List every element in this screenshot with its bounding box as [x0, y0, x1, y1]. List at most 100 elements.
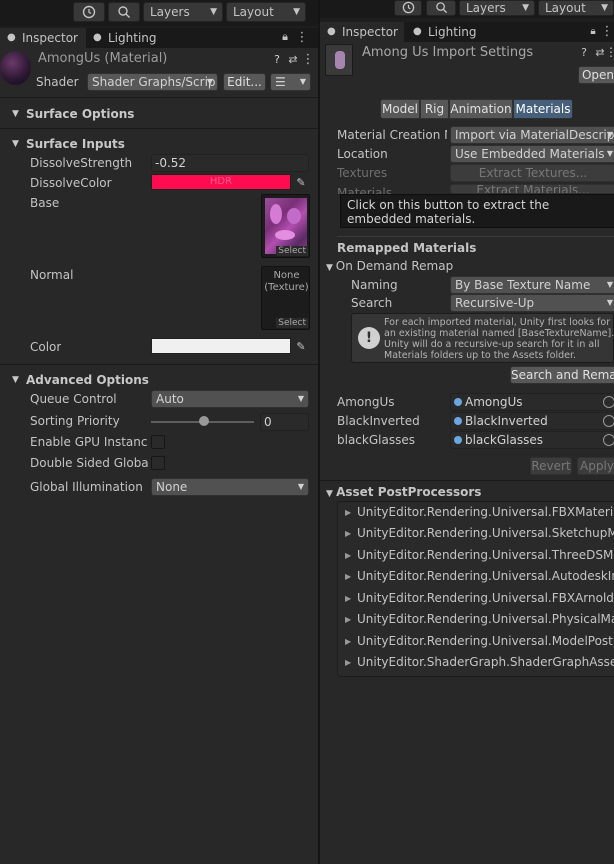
section-title: Surface Options: [26, 107, 135, 121]
layout-dropdown[interactable]: Layout ▼: [226, 2, 306, 22]
naming-value: By Base Texture Name: [455, 278, 591, 292]
search-button[interactable]: [426, 0, 456, 16]
remap-field-blackglasses[interactable]: blackGlasses: [450, 431, 614, 449]
object-picker-icon[interactable]: [603, 415, 614, 427]
settings-sliders-icon[interactable]: ⇄: [287, 52, 299, 66]
subtab-rig[interactable]: Rig: [420, 99, 449, 119]
chevron-down-icon: ▼: [606, 149, 613, 158]
subtab-model[interactable]: Model: [380, 99, 420, 119]
foldout-arrow-icon: ▶: [345, 529, 352, 538]
more-icon[interactable]: ⋮: [296, 30, 309, 45]
extract-materials-button[interactable]: Extract Materials...: [450, 184, 614, 194]
location-dropdown[interactable]: Use Embedded Materials ▼: [450, 145, 614, 163]
tab-inspector[interactable]: ● Inspector: [0, 28, 86, 48]
postprocessor-item[interactable]: ▶ UnityEditor.Rendering.Universal.Physica…: [337, 609, 614, 630]
chevron-down-icon: ▼: [297, 482, 304, 491]
postprocessor-item[interactable]: ▶ UnityEditor.Rendering.Universal.ThreeDS…: [337, 545, 614, 566]
search-dropdown[interactable]: Recursive-Up ▼: [450, 294, 614, 312]
subtab-animation[interactable]: Animation: [449, 99, 513, 119]
tab-lighting[interactable]: ● Lighting: [406, 22, 496, 42]
eyedropper-icon[interactable]: ✎: [293, 338, 309, 354]
select-button[interactable]: Select: [276, 246, 308, 256]
more-icon[interactable]: ⋮: [605, 45, 614, 59]
remap-field-blackinverted[interactable]: BlackInverted: [450, 412, 614, 430]
layout-dropdown[interactable]: Layout ▼: [538, 0, 614, 16]
layers-dropdown[interactable]: Layers ▼: [459, 0, 535, 16]
naming-dropdown[interactable]: By Base Texture Name ▼: [450, 276, 614, 294]
normal-none-label: None (Texture): [264, 270, 309, 293]
surface-inputs-foldout[interactable]: ▼ Surface Inputs: [0, 133, 125, 155]
global-illumination-dropdown[interactable]: None ▼: [151, 478, 309, 496]
layers-dropdown[interactable]: Layers ▼: [143, 2, 223, 22]
postprocessor-item[interactable]: ▶ UnityEditor.ShaderGraph.ShaderGraphAsse…: [337, 652, 614, 673]
info-text: For each imported material, Unity first …: [384, 317, 614, 361]
double-sided-gi-checkbox[interactable]: [151, 456, 165, 470]
base-texture-slot[interactable]: Select: [261, 194, 310, 258]
history-button[interactable]: [73, 2, 105, 22]
postprocessor-label: UnityEditor.Rendering.Universal.Physical…: [357, 612, 614, 626]
edit-shader-button[interactable]: Edit...: [223, 73, 266, 91]
remap-field-amongus[interactable]: AmongUs: [450, 393, 614, 411]
surface-options-foldout[interactable]: ▼ Surface Options: [0, 103, 134, 125]
subtab-materials[interactable]: Materials: [513, 99, 573, 119]
material-preview: [0, 51, 31, 85]
dissolve-color-swatch[interactable]: HDR: [151, 174, 291, 190]
divider: [320, 480, 614, 481]
layout-label: Layout: [545, 1, 586, 15]
color-swatch[interactable]: [151, 338, 291, 354]
material-icon: [454, 398, 462, 406]
remap-label-blackglasses: blackGlasses: [337, 433, 415, 447]
select-button[interactable]: Select: [276, 318, 308, 328]
shader-dropdown[interactable]: Shader Graphs/Scrip ▼: [87, 73, 218, 91]
gpu-instancing-checkbox[interactable]: [151, 435, 165, 449]
foldout-arrow-icon: ▼: [12, 375, 19, 385]
help-icon[interactable]: ?: [271, 52, 283, 66]
panel-splitter[interactable]: [318, 0, 320, 864]
lock-icon[interactable]: 🔒︎: [588, 24, 598, 38]
history-icon: [402, 1, 414, 14]
extract-textures-button[interactable]: Extract Textures...: [450, 164, 614, 182]
dissolve-strength-field[interactable]: -0.52: [151, 154, 309, 172]
tab-inspector[interactable]: ● Inspector: [320, 22, 404, 42]
help-icon[interactable]: ?: [578, 46, 590, 59]
material-creation-value: Import via MaterialDescriptio: [455, 128, 614, 142]
normal-texture-slot[interactable]: None (Texture) Select: [261, 266, 310, 330]
sorting-priority-field[interactable]: 0: [260, 413, 309, 431]
open-button[interactable]: Open: [578, 66, 614, 84]
object-picker-icon[interactable]: [603, 396, 614, 408]
tooltip: Click on this button to extract the embe…: [340, 194, 614, 228]
object-picker-icon[interactable]: [603, 434, 614, 446]
postprocessor-item[interactable]: ▶ UnityEditor.Rendering.Universal.FBXArno…: [337, 588, 614, 609]
search-icon: [435, 2, 447, 14]
postprocessor-item[interactable]: ▶ UnityEditor.Rendering.Universal.ModelPo…: [337, 631, 614, 652]
more-icon[interactable]: ⋮: [302, 52, 315, 67]
on-demand-remap-foldout[interactable]: ▼ On Demand Remap: [326, 259, 453, 273]
search-button[interactable]: [108, 2, 140, 22]
search-and-remap-button[interactable]: Search and Remap: [510, 366, 614, 384]
more-icon[interactable]: ⋮: [601, 24, 614, 39]
chevron-down-icon: ▼: [210, 7, 217, 17]
chevron-down-icon: ▼: [522, 3, 529, 13]
postprocessor-item[interactable]: ▶ UnityEditor.Rendering.Universal.FBXMate…: [337, 502, 614, 523]
shader-options-dropdown[interactable]: ☰ ▼: [270, 73, 311, 91]
revert-button[interactable]: Revert: [530, 457, 572, 475]
asset-postprocessors-foldout[interactable]: ▼ Asset PostProcessors: [326, 485, 481, 499]
tab-lighting[interactable]: ● Lighting: [86, 28, 176, 48]
lock-icon[interactable]: 🔒︎: [279, 30, 291, 44]
info-icon: ●: [327, 26, 336, 37]
search-label: Search: [351, 296, 393, 310]
postprocessor-item[interactable]: ▶ UnityEditor.Rendering.Universal.Autodes…: [337, 566, 614, 587]
history-button[interactable]: [394, 0, 422, 16]
advanced-options-foldout[interactable]: ▼ Advanced Options: [0, 369, 149, 391]
apply-button[interactable]: Apply: [577, 457, 614, 475]
sorting-priority-slider-handle[interactable]: [199, 416, 209, 426]
on-demand-remap-label: On Demand Remap: [335, 259, 454, 273]
dissolve-strength-label: DissolveStrength: [30, 156, 133, 170]
eyedropper-icon[interactable]: ✎: [293, 174, 309, 190]
textures-label: Textures: [337, 166, 388, 180]
foldout-arrow-icon: ▶: [345, 615, 352, 624]
material-creation-dropdown[interactable]: Import via MaterialDescriptio ▼: [450, 126, 614, 144]
naming-label: Naming: [351, 278, 398, 292]
queue-control-dropdown[interactable]: Auto ▼: [151, 390, 309, 408]
postprocessor-item[interactable]: ▶ UnityEditor.Rendering.Universal.Sketchu…: [337, 523, 614, 544]
